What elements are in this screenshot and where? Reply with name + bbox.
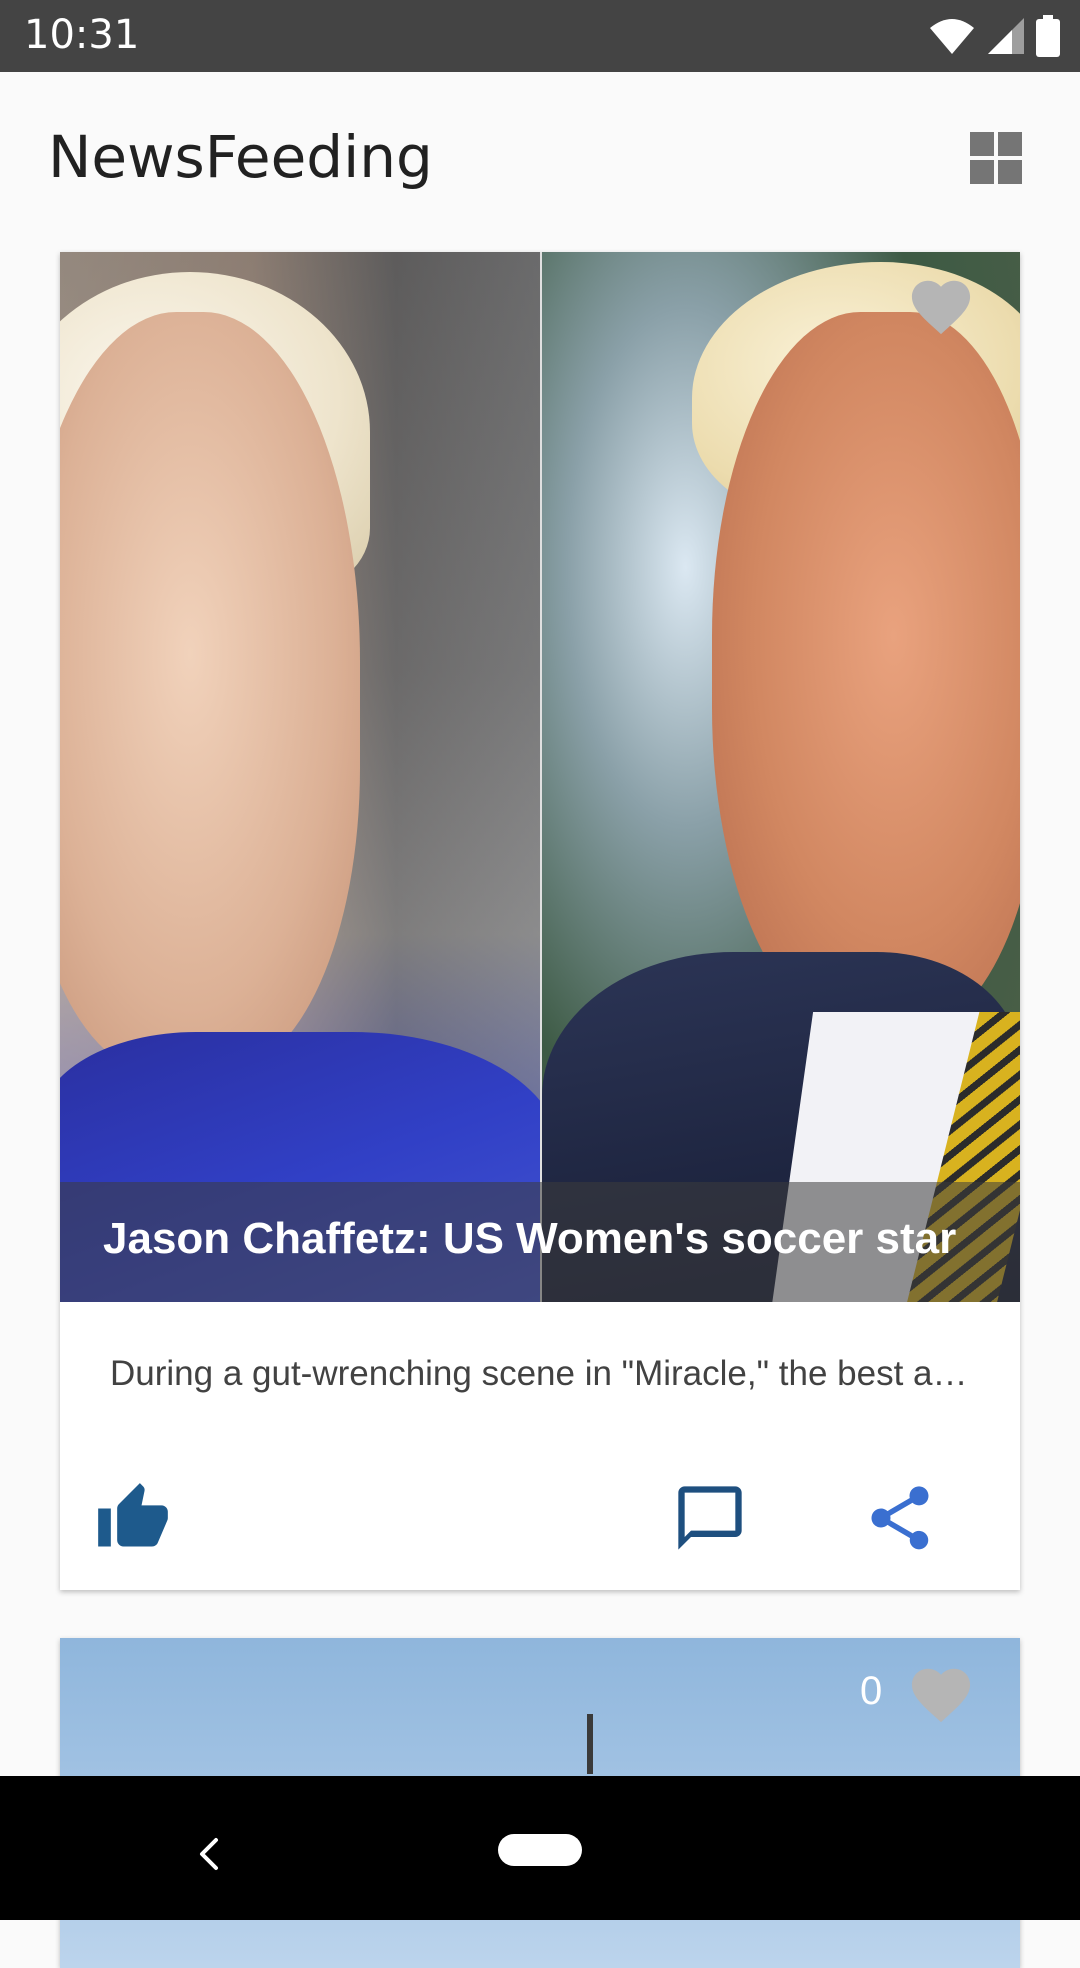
heart-icon[interactable] xyxy=(906,1660,976,1724)
battery-icon xyxy=(1036,15,1060,57)
like-count: 0 xyxy=(860,1669,883,1713)
status-time: 10:31 xyxy=(24,12,140,58)
comment-icon xyxy=(678,1486,742,1550)
grid-view-icon-cell xyxy=(970,160,994,184)
comment-button[interactable] xyxy=(672,1480,748,1556)
status-icons xyxy=(928,14,1060,58)
grid-view-icon-cell xyxy=(998,160,1022,184)
heart-icon[interactable] xyxy=(906,272,976,336)
share-button[interactable] xyxy=(862,1480,938,1556)
antenna xyxy=(587,1714,593,1774)
news-card-image[interactable]: Jason Chaffetz: US Women's soccer star xyxy=(60,252,1020,1302)
news-card-snippet[interactable]: During a gut-wrenching scene in "Miracle… xyxy=(110,1352,970,1396)
photo-left xyxy=(60,252,560,1302)
home-pill-icon[interactable] xyxy=(498,1834,582,1866)
news-card[interactable]: Jason Chaffetz: US Women's soccer star D… xyxy=(60,252,1020,1590)
news-card-title[interactable]: Jason Chaffetz: US Women's soccer star xyxy=(103,1212,956,1266)
photo-divider xyxy=(540,252,542,1302)
status-bar: 10:31 xyxy=(0,0,1080,72)
wifi-icon xyxy=(930,19,974,54)
back-icon[interactable] xyxy=(190,1834,230,1874)
photo-right xyxy=(542,252,1020,1302)
grid-view-button[interactable] xyxy=(966,128,1026,188)
share-icon xyxy=(871,1486,929,1550)
app-title: NewsFeeding xyxy=(48,123,433,191)
thumb-up-icon xyxy=(98,1483,168,1547)
grid-view-icon xyxy=(970,132,994,156)
grid-view-icon-cell xyxy=(998,132,1022,156)
like-button[interactable] xyxy=(95,1480,171,1556)
cell-signal-icon xyxy=(988,18,1024,54)
